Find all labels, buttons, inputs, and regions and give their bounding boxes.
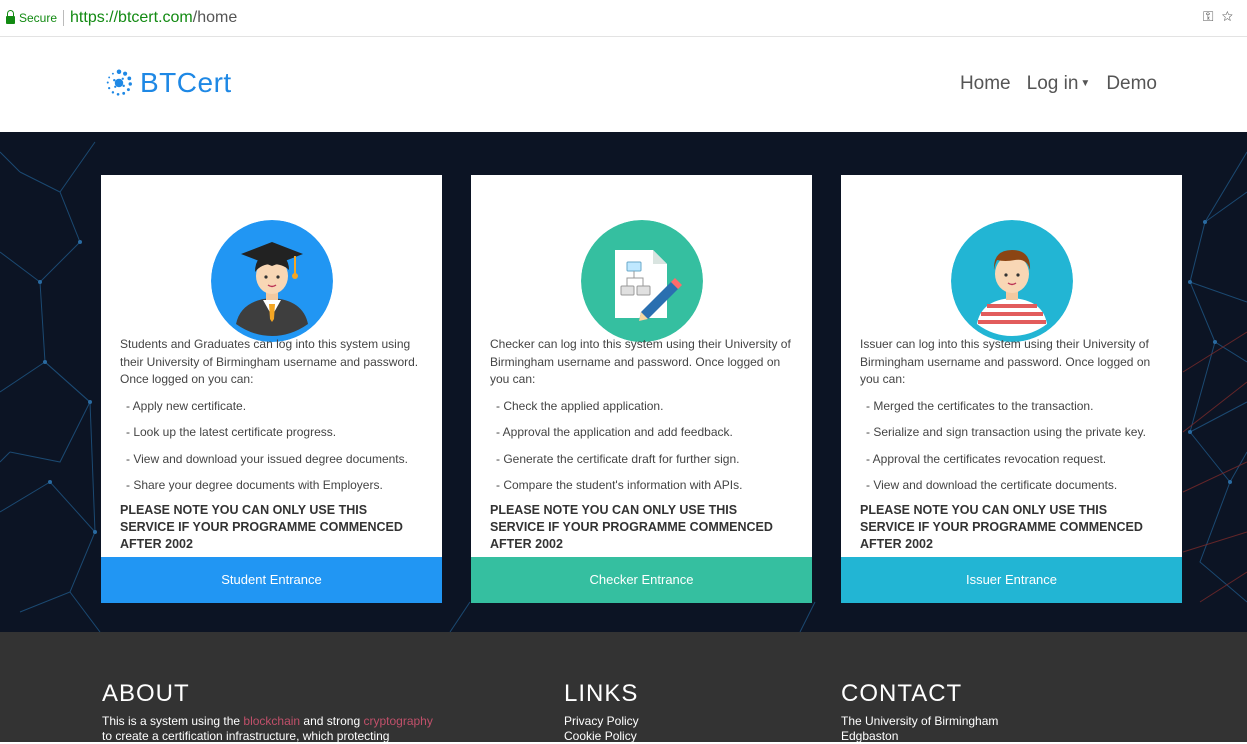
- list-item: - View and download your issued degree d…: [126, 451, 408, 466]
- list-item: - Apply new certificate.: [126, 398, 247, 413]
- cryptography-link[interactable]: cryptography: [363, 714, 432, 728]
- list-item: - View and download the certificate docu…: [866, 478, 1118, 492]
- footer-contact-title: CONTACT: [841, 680, 963, 707]
- feature-list: - Merged the certificates to the transac…: [860, 398, 1165, 495]
- graduate-icon: [211, 220, 333, 342]
- list-item: - Serialize and sign transaction using t…: [866, 425, 1146, 439]
- list-item: - Share your degree documents with Emplo…: [126, 478, 383, 492]
- chevron-down-icon: ▼: [1080, 78, 1091, 90]
- lock-icon: [6, 10, 15, 24]
- contact-line: The University of Birmingham: [841, 714, 999, 728]
- service-note: PLEASE NOTE YOU CAN ONLY USE THIS SERVIC…: [490, 502, 773, 551]
- blockchain-link[interactable]: blockchain: [243, 714, 300, 728]
- person-icon: [951, 220, 1073, 342]
- issuer-entrance-button[interactable]: Issuer Entrance: [841, 557, 1182, 603]
- site-header: BTCert Home Log in ▼ Demo: [0, 37, 1247, 132]
- separator: [63, 10, 65, 26]
- list-item: - Merged the certificates to the transac…: [866, 398, 1094, 413]
- browser-address-bar: Secure https://btcert.com /home ⚿☆: [0, 0, 1247, 37]
- card-description: Checker can log into this system using t…: [490, 336, 795, 553]
- footer-links: LINKS Privacy Policy Cookie Policy: [564, 680, 639, 744]
- about-text: This is a system using the blockchain an…: [102, 714, 462, 729]
- service-note: PLEASE NOTE YOU CAN ONLY USE THIS SERVIC…: [860, 502, 1143, 551]
- student-card: Students and Graduates can log into this…: [101, 175, 442, 603]
- service-note: PLEASE NOTE YOU CAN ONLY USE THIS SERVIC…: [120, 502, 403, 551]
- card-intro: Issuer can log into this system using th…: [860, 337, 1151, 386]
- feature-list: - Check the applied application. - Appro…: [490, 398, 795, 495]
- footer-contact: CONTACT The University of Birmingham Edg…: [841, 680, 998, 744]
- logo-text: BTCert: [140, 67, 232, 98]
- logo[interactable]: BTCert: [104, 67, 232, 99]
- list-item: - Generate the certificate draft for fur…: [496, 451, 740, 466]
- student-entrance-button[interactable]: Student Entrance: [101, 557, 442, 603]
- nav-login-label: Log in: [1026, 73, 1079, 94]
- url-field[interactable]: Secure https://btcert.com /home: [6, 6, 1206, 30]
- list-item: - Approval the certificates revocation r…: [866, 451, 1107, 466]
- site-footer: ABOUT This is a system using the blockch…: [0, 632, 1247, 744]
- footer-about: ABOUT This is a system using the blockch…: [102, 680, 462, 744]
- url-path: /home: [192, 9, 238, 26]
- secure-label: Secure: [19, 11, 58, 25]
- star-icon[interactable]: ☆: [1222, 8, 1241, 24]
- nav-home[interactable]: Home: [960, 73, 1011, 95]
- nav-login[interactable]: Log in ▼: [1027, 73, 1091, 95]
- card-intro: Checker can log into this system using t…: [490, 337, 791, 386]
- document-edit-icon: [581, 220, 703, 342]
- nav-demo[interactable]: Demo: [1106, 73, 1157, 95]
- url-host: https://btcert.com: [70, 9, 193, 26]
- issuer-card: Issuer can log into this system using th…: [841, 175, 1182, 603]
- key-icon[interactable]: ⚿: [1203, 8, 1222, 24]
- logo-icon: [106, 69, 132, 96]
- footer-links-title: LINKS: [564, 680, 639, 707]
- feature-list: - Apply new certificate. - Look up the l…: [120, 398, 425, 495]
- footer-about-title: ABOUT: [102, 680, 190, 707]
- list-item: - Compare the student's information with…: [496, 478, 743, 492]
- hero-section: Students and Graduates can log into this…: [0, 132, 1247, 632]
- list-item: - Check the applied application.: [496, 398, 664, 413]
- about-text-2: and strong: [300, 714, 364, 728]
- checker-entrance-button[interactable]: Checker Entrance: [471, 557, 812, 603]
- card-description: Students and Graduates can log into this…: [120, 336, 425, 553]
- card-intro: Students and Graduates can log into this…: [120, 337, 419, 386]
- main-nav: Home Log in ▼ Demo: [960, 73, 1157, 95]
- card-description: Issuer can log into this system using th…: [860, 336, 1165, 553]
- about-text-1: This is a system using the: [102, 714, 244, 728]
- list-item: - Look up the latest certificate progres…: [126, 425, 337, 439]
- list-item: - Approval the application and add feedb…: [496, 425, 733, 439]
- privacy-policy-link[interactable]: Privacy Policy: [564, 714, 639, 729]
- checker-card: Checker can log into this system using t…: [471, 175, 812, 603]
